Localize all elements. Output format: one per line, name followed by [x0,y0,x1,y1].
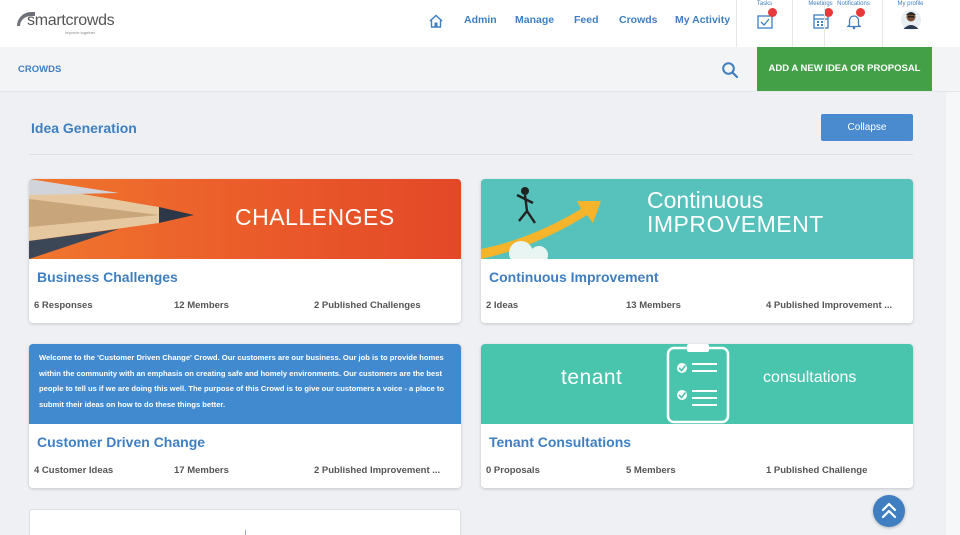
notifications-badge [856,8,865,17]
brand-name: smartcrowds [27,12,115,29]
nav-link-my-activity[interactable]: My Activity [675,14,730,26]
card-stat-published: 4 Published Improvement ... [766,300,893,311]
add-idea-button[interactable]: ADD A NEW IDEA OR PROPOSAL [757,47,932,91]
crowd-card-continuous-improvement[interactable]: Continuous IMPROVEMENT Continuous Improv… [481,179,913,323]
clipboard-checklist-icon [666,344,730,424]
nav-link-crowds[interactable]: Crowds [619,14,658,26]
card-banner: Welcome to the 'Customer Driven Change' … [29,344,461,424]
nav-link-feed[interactable]: Feed [574,14,599,26]
crowd-card-partial[interactable] [29,509,461,535]
card-banner: Continuous IMPROVEMENT [481,179,913,259]
nav-link-admin[interactable]: Admin [464,14,497,26]
banner-description: Welcome to the 'Customer Driven Change' … [39,353,445,409]
tasks-label: Tasks [756,1,773,7]
notifications-button[interactable]: Notifications [824,0,882,47]
card-stat-ideas: 2 Ideas [486,300,519,311]
home-icon[interactable] [428,13,444,29]
card-stat-members: 5 Members [626,465,676,476]
card-title[interactable]: Tenant Consultations [489,434,631,450]
card-stat-members: 17 Members [174,465,229,476]
card-title[interactable]: Business Challenges [37,269,178,285]
my-profile-button[interactable]: My profile [882,0,938,47]
card-title[interactable]: Customer Driven Change [37,434,205,450]
tasks-button[interactable]: Tasks [736,0,792,47]
collapse-button[interactable]: Collapse [821,114,913,141]
banner-text-line1: Continuous [647,187,764,213]
card-banner: CHALLENGES [29,179,461,259]
card-stat-members: 13 Members [626,300,681,311]
crowd-card-customer-driven-change[interactable]: Welcome to the 'Customer Driven Change' … [29,344,461,488]
double-chevron-up-icon [881,502,897,519]
card-banner: tenant consultations [481,344,913,424]
growth-arrow-illustration [481,187,601,259]
banner-text-right: consultations [763,369,857,386]
section-title: Idea Generation [31,120,137,136]
card-stat-responses: 6 Responses [34,300,93,311]
crowd-card-tenant-consultations[interactable]: tenant consultations Tenant Consultation… [481,344,913,488]
crowds-subheader: CROWDS ADD A NEW IDEA OR PROPOSAL [0,47,960,92]
banner-text: CHALLENGES [235,204,395,230]
card-stat-published: 2 Published Improvement ... [314,465,441,476]
avatar [900,10,921,30]
notifications-label: Notifications [837,1,870,7]
banner-text-line2: IMPROVEMENT [647,211,824,237]
card-stat-proposals: 0 Proposals [486,465,540,476]
crowd-card-business-challenges[interactable]: CHALLENGES Business Challenges 6 Respons… [29,179,461,323]
card-stat-customer-ideas: 4 Customer Ideas [34,465,114,476]
nav-link-manage[interactable]: Manage [515,14,554,26]
top-navigation-bar: smartcrowds Improve together Admin Manag… [0,0,960,47]
pencil-illustration [29,179,194,259]
breadcrumb-crowds[interactable]: CROWDS [18,64,61,75]
card-title[interactable]: Continuous Improvement [489,269,659,285]
partial-card-graphic [245,530,246,535]
card-stat-members: 12 Members [174,300,229,311]
search-icon[interactable] [721,61,739,79]
tasks-badge [768,8,777,17]
scroll-to-top-button[interactable] [873,495,905,527]
card-stat-published: 2 Published Challenges [314,300,421,311]
brand-tagline: Improve together [65,30,96,35]
banner-text-left: tenant [561,366,623,389]
card-stat-published: 1 Published Challenge [766,465,868,476]
scrollbar[interactable] [946,92,960,535]
section-divider [29,154,913,155]
my-profile-label: My profile [897,1,924,7]
